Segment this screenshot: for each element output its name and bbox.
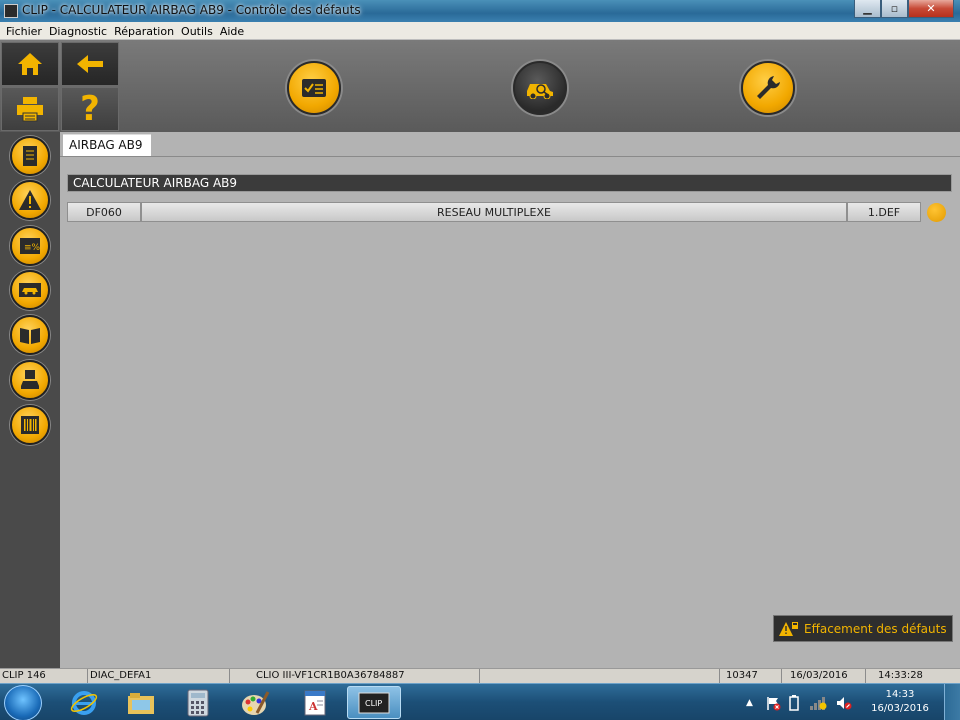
app-icon bbox=[4, 4, 18, 18]
parameters-icon: ≡% bbox=[20, 238, 41, 254]
sidebar-item-save-vehicle[interactable] bbox=[10, 360, 50, 400]
windows-taskbar: A CLIP ▲ 14:33 16/03/2016 bbox=[0, 683, 960, 720]
show-desktop-button[interactable] bbox=[944, 684, 960, 720]
help-button[interactable]: ? bbox=[61, 87, 119, 131]
document-icon bbox=[23, 146, 37, 166]
main-panel: AIRBAG AB9 CALCULATEUR AIRBAG AB9 DF060 … bbox=[60, 132, 960, 668]
warning-icon bbox=[19, 190, 41, 210]
sidebar-item-barcode[interactable] bbox=[10, 405, 50, 445]
clear-faults-button[interactable]: Effacement des défauts bbox=[773, 615, 953, 642]
taskbar-paint[interactable] bbox=[231, 686, 279, 719]
status-time: 14:33:28 bbox=[878, 670, 923, 681]
volume-muted-icon[interactable] bbox=[835, 695, 853, 711]
status-version: CLIP 146 bbox=[0, 669, 88, 684]
menu-bar: Fichier Diagnostic Réparation Outils Aid… bbox=[0, 22, 960, 40]
home-button[interactable] bbox=[1, 42, 59, 86]
status-bar: CLIP 146 DIAC_DEFA1 CLIO III-VF1CR1B0A36… bbox=[0, 668, 960, 684]
taskbar-clip[interactable]: CLIP bbox=[347, 686, 401, 719]
save-vehicle-icon bbox=[21, 370, 39, 389]
fault-status-indicator bbox=[927, 203, 946, 222]
checklist-button[interactable] bbox=[287, 61, 341, 115]
taskbar-calculator[interactable] bbox=[174, 686, 222, 719]
left-sidebar: ≡% bbox=[0, 132, 60, 668]
sidebar-item-document[interactable] bbox=[10, 136, 50, 176]
taskbar-internet-explorer[interactable] bbox=[60, 686, 108, 719]
barcode-icon bbox=[21, 416, 39, 434]
fault-code: DF060 bbox=[67, 202, 141, 222]
clock-time: 14:33 bbox=[885, 689, 915, 700]
sidebar-item-manual[interactable] bbox=[10, 315, 50, 355]
close-button[interactable]: ✕ bbox=[908, 0, 954, 18]
title-bar: CLIP - CALCULATEUR AIRBAG AB9 - Contrôle… bbox=[0, 0, 960, 22]
file-explorer-icon bbox=[128, 692, 154, 714]
taskbar-clock[interactable]: 14:33 16/03/2016 bbox=[860, 688, 940, 716]
action-center-flag-icon[interactable] bbox=[765, 695, 781, 711]
status-empty bbox=[480, 669, 720, 684]
clock-date: 16/03/2016 bbox=[871, 703, 929, 714]
sidebar-item-vehicle-config[interactable] bbox=[10, 270, 50, 310]
menu-reparation[interactable]: Réparation bbox=[111, 22, 178, 39]
status-vehicle: CLIO III-VF1CR1B0A36784887 bbox=[230, 669, 480, 684]
status-code: 10347 bbox=[720, 669, 782, 684]
tray-expand-icon[interactable]: ▲ bbox=[746, 698, 753, 708]
calculator-icon bbox=[187, 689, 209, 716]
window-title: CLIP - CALCULATEUR AIRBAG AB9 - Contrôle… bbox=[22, 3, 361, 17]
clear-faults-icon bbox=[779, 621, 798, 636]
menu-aide[interactable]: Aide bbox=[217, 22, 248, 39]
taskbar-file-explorer[interactable] bbox=[117, 686, 165, 719]
main-toolbar: ? bbox=[0, 40, 960, 132]
menu-fichier[interactable]: Fichier bbox=[3, 22, 46, 39]
help-icon: ? bbox=[80, 89, 100, 129]
clip-app-icon: CLIP bbox=[358, 692, 390, 713]
svg-text:≡%: ≡% bbox=[24, 243, 41, 253]
fault-row[interactable]: DF060 RESEAU MULTIPLEXE 1.DEF bbox=[67, 202, 921, 222]
vehicle-diagnosis-button[interactable] bbox=[513, 61, 567, 115]
print-button[interactable] bbox=[1, 87, 59, 131]
wordpad-icon: A bbox=[304, 690, 326, 715]
menu-diagnostic[interactable]: Diagnostic bbox=[46, 22, 111, 39]
back-button[interactable] bbox=[61, 42, 119, 86]
tab-airbag-ab9[interactable]: AIRBAG AB9 bbox=[63, 134, 151, 156]
taskbar-wordpad[interactable]: A bbox=[291, 686, 339, 719]
clear-faults-label: Effacement des défauts bbox=[804, 621, 947, 636]
manual-book-icon bbox=[20, 328, 40, 344]
svg-text:A: A bbox=[308, 700, 318, 713]
minimize-button[interactable]: ▁ bbox=[854, 0, 881, 18]
vehicle-diagnosis-icon bbox=[527, 84, 553, 99]
printer-icon bbox=[17, 97, 43, 122]
menu-outils[interactable]: Outils bbox=[178, 22, 217, 39]
internet-explorer-icon bbox=[70, 690, 98, 715]
sidebar-item-faults[interactable] bbox=[10, 180, 50, 220]
maximize-button[interactable]: ▫ bbox=[881, 0, 908, 18]
checklist-icon bbox=[302, 79, 326, 97]
tab-divider bbox=[60, 156, 960, 157]
status-date: 16/03/2016 bbox=[782, 669, 866, 684]
vehicle-config-icon bbox=[19, 283, 41, 297]
clip-app-label: CLIP bbox=[365, 699, 382, 708]
wrench-icon bbox=[757, 76, 780, 99]
status-screen-id: DIAC_DEFA1 bbox=[88, 669, 230, 684]
network-icon[interactable] bbox=[809, 695, 827, 711]
window-controls: ▁ ▫ ✕ bbox=[854, 0, 954, 18]
fault-status: 1.DEF bbox=[847, 202, 921, 222]
back-arrow-icon bbox=[77, 55, 103, 73]
battery-icon[interactable] bbox=[789, 694, 799, 711]
module-title: CALCULATEUR AIRBAG AB9 bbox=[67, 174, 952, 192]
sidebar-item-parameters[interactable]: ≡% bbox=[10, 226, 50, 266]
fault-description: RESEAU MULTIPLEXE bbox=[141, 202, 847, 222]
paint-icon bbox=[242, 690, 270, 715]
system-tray: ▲ bbox=[746, 684, 853, 720]
repair-button[interactable] bbox=[741, 61, 795, 115]
start-button[interactable] bbox=[4, 685, 42, 720]
home-icon bbox=[18, 53, 42, 75]
